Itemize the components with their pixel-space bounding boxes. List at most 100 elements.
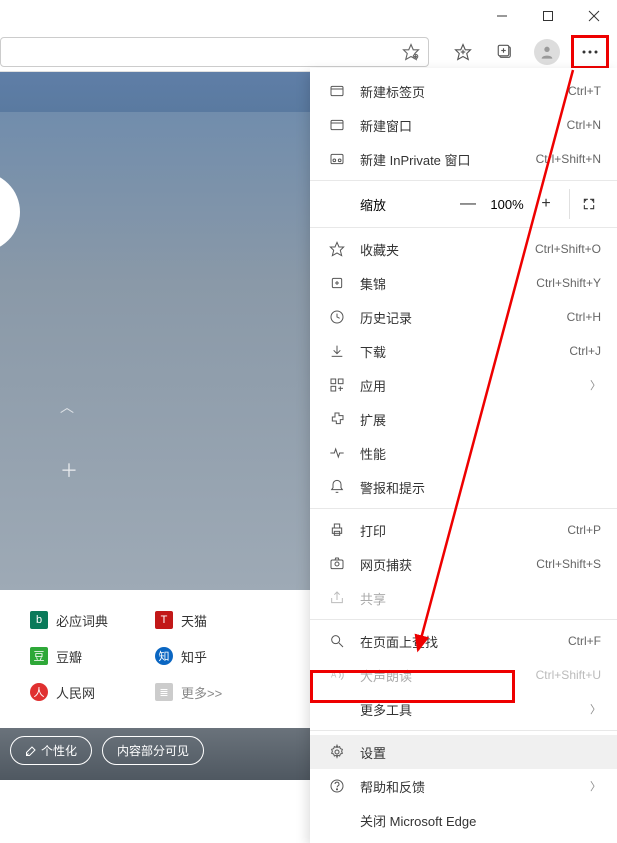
menu-close-edge[interactable]: 关闭 Microsoft Edge [310,803,617,837]
menu-new-window[interactable]: 新建窗口 Ctrl+N [310,108,617,142]
menu-shortcut: Ctrl+H [567,310,601,324]
menu-shortcut: Ctrl+Shift+N [536,152,601,166]
menu-collections[interactable]: 集锦 Ctrl+Shift+Y [310,266,617,300]
menu-new-inprivate[interactable]: 新建 InPrivate 窗口 Ctrl+Shift+N [310,142,617,176]
menu-shortcut: Ctrl+J [569,344,601,358]
read-aloud-icon: A [326,667,348,683]
menu-share: 共享 [310,581,617,615]
menu-zoom: 缩放 — 100% + [310,185,617,223]
menu-label: 在页面上查找 [360,632,568,651]
menu-capture[interactable]: 网页捕获 Ctrl+Shift+S [310,547,617,581]
link-bing-dict[interactable]: b必应词典 [30,611,155,630]
address-bar[interactable]: + [0,37,429,67]
content-visibility-button[interactable]: 内容部分可见 [102,736,204,765]
menu-label: 收藏夹 [360,240,535,259]
menu-label: 帮助和反馈 [360,777,582,796]
menu-label: 历史记录 [360,308,567,327]
menu-label: 性能 [360,444,601,463]
menu-find[interactable]: 在页面上查找 Ctrl+F [310,624,617,658]
menu-label: 新建窗口 [360,116,567,135]
page-content: ︿ ＋ b必应词典 T天猫 豆豆瓣 知知乎 人人民网 ≣更多>> 个性化 内容部… [0,72,310,780]
bell-icon [326,479,348,495]
chevron-right-icon: 〉 [590,778,601,794]
menu-shortcut: Ctrl+T [568,84,601,98]
link-douban[interactable]: 豆豆瓣 [30,647,155,666]
menu-label: 网页捕获 [360,555,536,574]
menu-performance[interactable]: 性能 [310,436,617,470]
extensions-icon [326,411,348,427]
link-tmall[interactable]: T天猫 [155,611,280,630]
close-button[interactable] [571,0,617,32]
menu-label: 更多工具 [360,700,582,719]
new-window-icon [326,117,348,133]
menu-shortcut: Ctrl+F [568,634,601,648]
menu-label: 新建标签页 [360,82,568,101]
menu-shortcut: Ctrl+Shift+O [535,242,601,256]
menu-label: 大声朗读 [360,666,536,685]
menu-label: 下载 [360,342,569,361]
maximize-button[interactable] [525,0,571,32]
menu-label: 共享 [360,589,601,608]
personalize-button[interactable]: 个性化 [10,736,92,765]
menu-favorites[interactable]: 收藏夹 Ctrl+Shift+O [310,232,617,266]
favorite-star-icon[interactable]: + [402,43,420,61]
search-icon [326,633,348,649]
collections-icon[interactable] [487,34,523,70]
zoom-in-button[interactable]: + [529,189,563,219]
inprivate-icon [326,151,348,167]
menu-history[interactable]: 历史记录 Ctrl+H [310,300,617,334]
menu-label: 新建 InPrivate 窗口 [360,150,536,169]
share-icon [326,590,348,606]
svg-text:+: + [414,55,416,59]
zoom-label: 缩放 [360,195,451,214]
link-zhihu[interactable]: 知知乎 [155,647,280,666]
menu-separator [310,730,617,731]
menu-shortcut: Ctrl+N [567,118,601,132]
menu-apps[interactable]: 应用 〉 [310,368,617,402]
chevron-right-icon: 〉 [590,701,601,717]
minimize-button[interactable] [479,0,525,32]
add-icon[interactable]: ＋ [60,457,78,483]
menu-settings[interactable]: 设置 [310,735,617,769]
print-icon [326,522,348,538]
menu-downloads[interactable]: 下载 Ctrl+J [310,334,617,368]
menu-extensions[interactable]: 扩展 [310,402,617,436]
history-icon [326,309,348,325]
menu-new-tab[interactable]: 新建标签页 Ctrl+T [310,74,617,108]
menu-separator [310,508,617,509]
menu-label: 应用 [360,376,582,395]
caret-up-icon[interactable]: ︿ [60,397,74,417]
capture-icon [326,556,348,572]
menu-separator [310,180,617,181]
menu-label: 打印 [360,521,567,540]
menu-shortcut: Ctrl+Shift+U [536,668,601,682]
more-menu-button[interactable] [571,35,609,69]
menu-help[interactable]: 帮助和反馈 〉 [310,769,617,803]
menu-label: 警报和提示 [360,478,601,497]
menu-shortcut: Ctrl+P [567,523,601,537]
menu-shortcut: Ctrl+Shift+Y [536,276,601,290]
browser-toolbar: + [0,32,617,72]
menu-more-tools[interactable]: 更多工具 〉 [310,692,617,726]
download-icon [326,343,348,359]
performance-icon [326,445,348,461]
menu-read-aloud: A 大声朗读 Ctrl+Shift+U [310,658,617,692]
menu-separator [310,619,617,620]
chevron-right-icon: 〉 [590,377,601,393]
gear-icon [326,744,348,760]
menu-shortcut: Ctrl+Shift+S [536,557,601,571]
new-tab-icon [326,83,348,99]
link-more[interactable]: ≣更多>> [155,683,280,702]
fullscreen-button[interactable] [569,189,607,219]
settings-menu: 新建标签页 Ctrl+T 新建窗口 Ctrl+N 新建 InPrivate 窗口… [310,68,617,843]
menu-alerts[interactable]: 警报和提示 [310,470,617,504]
zoom-value: 100% [485,197,529,212]
favorites-icon[interactable] [445,34,481,70]
profile-avatar[interactable] [529,34,565,70]
menu-label: 设置 [360,743,601,762]
collections-icon [326,275,348,291]
menu-print[interactable]: 打印 Ctrl+P [310,513,617,547]
link-renmin[interactable]: 人人民网 [30,683,155,702]
zoom-out-button[interactable]: — [451,189,485,219]
menu-separator [310,227,617,228]
